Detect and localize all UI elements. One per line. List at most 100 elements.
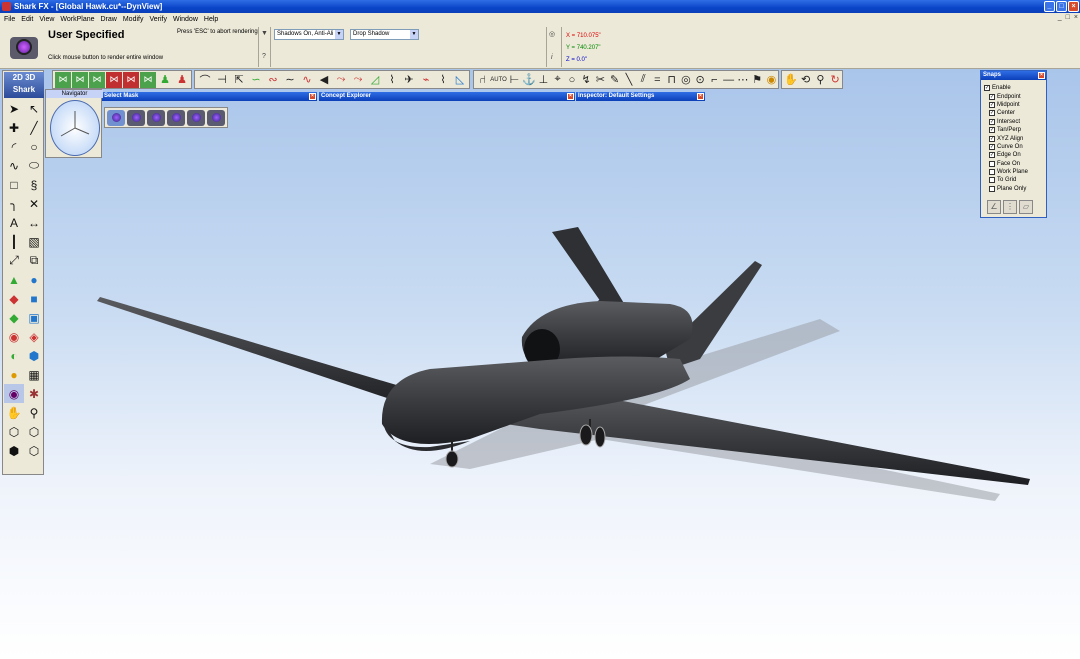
trim-icon[interactable]: ✕: [24, 194, 44, 213]
shadows-select[interactable]: Shadows On, Anti-Ali ▼: [274, 29, 344, 40]
menu-edit[interactable]: Edit: [21, 16, 33, 23]
tree-icon[interactable]: ⋈: [55, 71, 71, 88]
menu-view[interactable]: View: [39, 16, 54, 23]
leader-icon[interactable]: ⊣: [214, 72, 230, 88]
user-red-icon[interactable]: ♟: [174, 72, 190, 88]
boolean-icon[interactable]: ◉: [4, 327, 24, 346]
insert-point-icon[interactable]: ⌖: [551, 72, 564, 88]
sphere-icon[interactable]: ●: [24, 270, 44, 289]
blend-surface-icon[interactable]: ⌁: [418, 72, 434, 88]
arc-icon[interactable]: ◜: [4, 137, 24, 156]
concentric-icon[interactable]: ◎: [679, 72, 692, 88]
snap-checkbox[interactable]: ✓: [984, 85, 990, 92]
spline-icon[interactable]: §: [24, 175, 44, 194]
fix-icon[interactable]: ⊙: [694, 72, 707, 88]
parallel-icon[interactable]: ⫽: [637, 72, 650, 88]
dimension-icon[interactable]: ↔: [24, 213, 44, 232]
snap-option[interactable]: To Grid: [984, 176, 1028, 184]
zoom-tool-icon[interactable]: ⚲: [814, 72, 828, 88]
text-icon[interactable]: A: [4, 213, 24, 232]
concept-explorer-panel-title[interactable]: Concept Explorer ×: [319, 92, 575, 101]
snap-checkbox[interactable]: ✓: [989, 127, 995, 134]
projector-icon[interactable]: ◉: [765, 72, 778, 88]
snap-option[interactable]: ✓ Curve On: [984, 143, 1028, 151]
curve-add-icon[interactable]: ∾: [265, 72, 281, 88]
rectangle-icon[interactable]: □: [4, 175, 24, 194]
chair-icon[interactable]: ⑁: [476, 72, 489, 88]
circle-icon[interactable]: ○: [24, 137, 44, 156]
render-icon[interactable]: ◉: [4, 384, 24, 403]
revolve-icon[interactable]: ◆: [4, 289, 24, 308]
snap-checkbox[interactable]: ✓: [989, 93, 995, 100]
snap-checkbox[interactable]: ✓: [989, 101, 995, 108]
snap-option[interactable]: ✓ Intersect: [984, 118, 1028, 126]
animation-icon[interactable]: ✱: [24, 384, 44, 403]
pencil-icon[interactable]: ✎: [608, 72, 621, 88]
snap-option[interactable]: ✓ Endpoint: [984, 92, 1028, 100]
point-icon[interactable]: ✚: [4, 118, 24, 137]
snap-checkbox[interactable]: ✓: [989, 135, 995, 142]
inspector-panel-title[interactable]: Inspector: Default Settings ×: [576, 92, 705, 101]
snap-checkbox[interactable]: [989, 160, 995, 167]
menu-help[interactable]: Help: [204, 16, 218, 23]
snaps-title-bar[interactable]: Snaps ×: [981, 71, 1046, 80]
plane-icon[interactable]: ✈: [401, 72, 417, 88]
close-icon[interactable]: ×: [567, 93, 574, 100]
chevron-down-icon[interactable]: ▼: [410, 30, 418, 39]
extrude-icon[interactable]: ▲: [4, 270, 24, 289]
snap-checkbox[interactable]: ✓: [989, 110, 995, 117]
centerline-icon[interactable]: ┃: [4, 232, 24, 251]
snap-option[interactable]: ✓ Center: [984, 109, 1028, 117]
snap-grid-icon[interactable]: ⋮: [1003, 200, 1017, 214]
mask-camera-icon[interactable]: [167, 110, 185, 126]
chevron-down-icon[interactable]: ▼: [335, 30, 343, 39]
zoom-icon[interactable]: ⚲: [24, 403, 44, 422]
corner-icon[interactable]: ⌐: [708, 72, 721, 88]
material-icon[interactable]: ◐: [4, 346, 24, 365]
shell-icon[interactable]: ◈: [24, 327, 44, 346]
snap-angle-icon[interactable]: ∠: [987, 200, 1001, 214]
snap-checkbox[interactable]: ✓: [989, 143, 995, 150]
snap-checkbox[interactable]: [989, 177, 995, 184]
offset-icon[interactable]: ⇱: [231, 72, 247, 88]
arrow-left-icon[interactable]: ◀: [316, 72, 332, 88]
chevron-down-icon[interactable]: ▼: [261, 30, 268, 37]
curve-edit-icon[interactable]: ∼: [282, 72, 298, 88]
auto-button[interactable]: AUTO: [490, 72, 507, 88]
mask-camera-icon[interactable]: [127, 110, 145, 126]
mask-camera-icon[interactable]: [207, 110, 225, 126]
snap-option[interactable]: ✓ Enable: [984, 84, 1028, 92]
pan-icon[interactable]: ✋: [784, 72, 798, 88]
snap-checkbox[interactable]: ✓: [989, 118, 995, 125]
close-icon[interactable]: ×: [1038, 72, 1045, 79]
snap-option[interactable]: ✓ Midpoint: [984, 101, 1028, 109]
select-mask-panel-title[interactable]: Select Mask ×: [102, 92, 317, 101]
sweep-icon[interactable]: ⤳: [333, 72, 349, 88]
line-tool-icon[interactable]: ⌒: [197, 72, 213, 88]
line-icon[interactable]: ╱: [24, 118, 44, 137]
loft-icon[interactable]: ◆: [4, 308, 24, 327]
ellipse-icon[interactable]: ⬭: [24, 156, 44, 175]
anchor-icon[interactable]: ⚓: [522, 72, 536, 88]
target-icon[interactable]: ◎: [549, 30, 555, 38]
snap-option[interactable]: ✓ Tan/Perp: [984, 126, 1028, 134]
hatch-icon[interactable]: ▧: [24, 232, 44, 251]
info-icon[interactable]: i: [551, 54, 553, 61]
view-shaded-icon[interactable]: ⬢: [4, 441, 24, 460]
trim-tool-icon[interactable]: ✂: [594, 72, 607, 88]
surface-icon[interactable]: ⌇: [384, 72, 400, 88]
menu-verify[interactable]: Verify: [149, 16, 167, 23]
view-iso-icon[interactable]: ⬡: [24, 422, 44, 441]
tree-link-icon[interactable]: ⋈: [140, 71, 156, 88]
menu-modify[interactable]: Modify: [123, 16, 144, 23]
fillet-icon[interactable]: ╮: [4, 194, 24, 213]
close-icon[interactable]: ×: [697, 93, 704, 100]
menu-draw[interactable]: Draw: [101, 16, 117, 23]
equal-icon[interactable]: =: [651, 72, 664, 88]
flag-icon[interactable]: ⚑: [751, 72, 764, 88]
tree-delete-icon[interactable]: ⋈: [123, 71, 139, 88]
user-green-icon[interactable]: ♟: [157, 72, 173, 88]
snap-option[interactable]: Face On: [984, 160, 1028, 168]
mask-camera-icon[interactable]: [147, 110, 165, 126]
blend-icon[interactable]: ∽: [248, 72, 264, 88]
